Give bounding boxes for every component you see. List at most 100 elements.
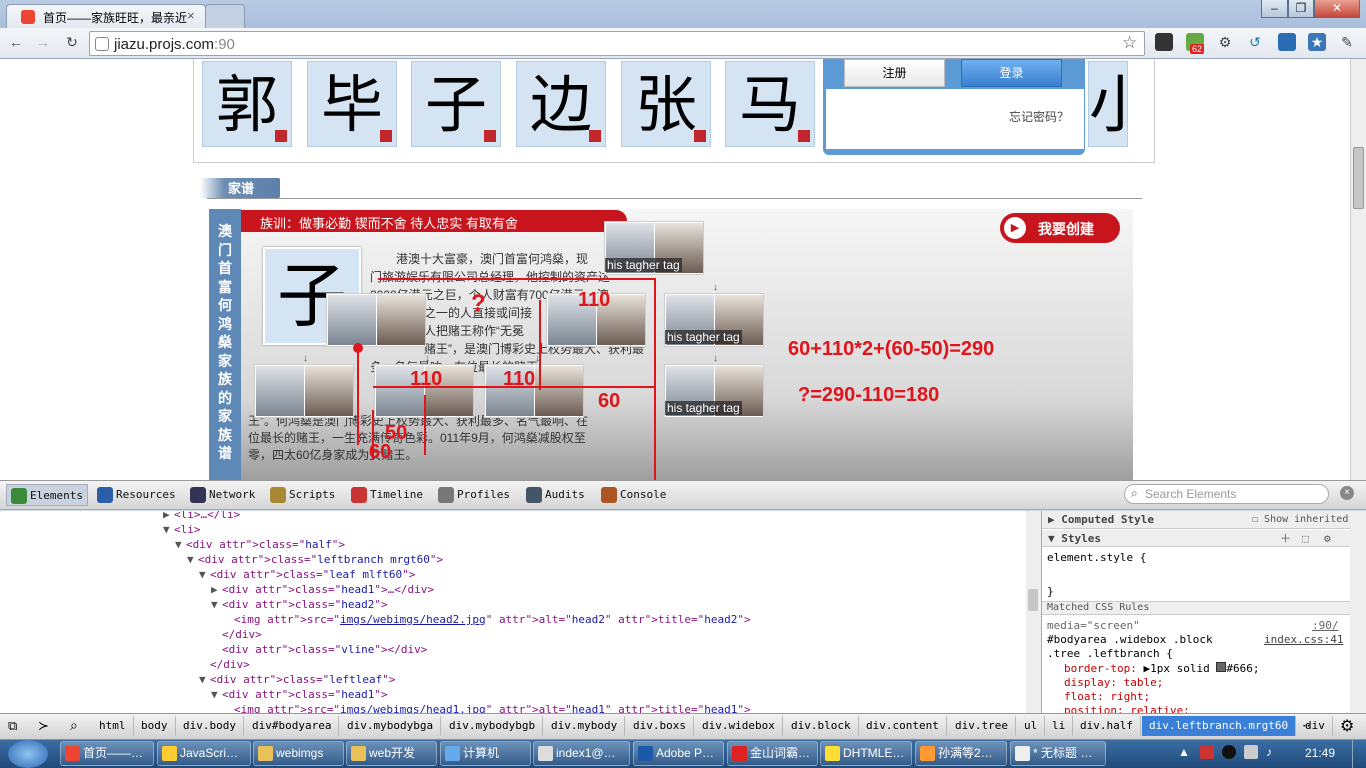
breadcrumb-item[interactable]: li: [1045, 716, 1074, 736]
disclosure-arrow-icon[interactable]: ▼: [211, 687, 218, 702]
tray-volume-icon[interactable]: ♪: [1266, 745, 1272, 759]
tab-resources[interactable]: Resources: [93, 484, 180, 506]
taskbar-item[interactable]: 金山词霸…: [727, 741, 818, 766]
rule-selector-2[interactable]: .tree .leftbranch {: [1047, 647, 1173, 661]
breadcrumb-item[interactable]: div.block: [784, 716, 859, 736]
breadcrumb-item[interactable]: div.mybodybgb: [442, 716, 544, 736]
taskbar-item[interactable]: webimgs: [253, 741, 344, 766]
disclosure-arrow-icon[interactable]: ▼: [187, 552, 194, 567]
breadcrumb-item[interactable]: div.widebox: [695, 716, 783, 736]
taskbar-item[interactable]: 首页——…: [60, 741, 154, 766]
disclosure-arrow-icon[interactable]: ▶: [211, 582, 218, 597]
register-button[interactable]: 注册: [844, 59, 945, 87]
styles-scrollbar[interactable]: [1350, 511, 1366, 713]
breadcrumb-item[interactable]: div.mybodybga: [340, 716, 442, 736]
close-tab-icon[interactable]: ×: [187, 8, 195, 23]
surname-tile[interactable]: 边: [516, 61, 606, 147]
tray-qq-icon[interactable]: [1222, 745, 1236, 759]
breadcrumb-item[interactable]: div.mybody: [544, 716, 626, 736]
screen-icon[interactable]: [1278, 33, 1296, 51]
disclosure-arrow-icon[interactable]: ▼: [199, 567, 206, 582]
address-bar[interactable]: jiazu.projs.com:90 ☆: [89, 31, 1145, 56]
breadcrumb-item[interactable]: html: [92, 716, 134, 736]
element-state-icon[interactable]: ⬚: [1302, 532, 1309, 546]
close-window-icon[interactable]: ✕: [1314, 0, 1360, 18]
css-prop-border-top[interactable]: border-top: ▶1px solid #666;: [1064, 662, 1259, 676]
login-button[interactable]: 登录: [961, 59, 1062, 87]
css-prop-position[interactable]: position: relative;: [1064, 704, 1190, 713]
minimize-icon[interactable]: –: [1261, 0, 1288, 18]
create-button[interactable]: ▶ 我要创建: [1000, 213, 1120, 243]
breadcrumb-item[interactable]: div.tree: [948, 716, 1016, 736]
taskbar-item[interactable]: 孙满等2…: [915, 741, 1007, 766]
breadcrumb-item[interactable]: ul: [1017, 716, 1046, 736]
show-inherited[interactable]: ☐ Show inherited: [1252, 513, 1348, 527]
element-style-open[interactable]: element.style {: [1047, 551, 1146, 565]
start-button[interactable]: [8, 740, 48, 768]
surname-tile[interactable]: 马: [725, 61, 815, 147]
close-devtools-icon[interactable]: ×: [1340, 486, 1354, 500]
search-elements-input[interactable]: ⌕ Search Elements: [1124, 484, 1329, 504]
taskbar-item[interactable]: * 无标题 …: [1010, 741, 1106, 766]
tab-timeline[interactable]: Timeline: [347, 484, 427, 506]
tree-node-pair[interactable]: his tagher tag: [664, 293, 764, 347]
tree-node-pair[interactable]: his tagher tag: [604, 221, 704, 275]
tray-network-icon[interactable]: [1244, 745, 1258, 759]
scrollbar-thumb[interactable]: [1353, 147, 1364, 209]
dom-scrollbar[interactable]: [1026, 511, 1041, 713]
disclosure-arrow-icon[interactable]: ▼: [199, 672, 206, 687]
tab-console[interactable]: Console: [597, 484, 670, 506]
page-scrollbar[interactable]: [1350, 59, 1366, 480]
back-icon[interactable]: ←: [7, 33, 25, 51]
breadcrumb-overflow-icon[interactable]: ⋯: [1296, 716, 1317, 736]
disclosure-arrow-icon[interactable]: ▶: [163, 511, 170, 522]
breadcrumb-item[interactable]: body: [134, 716, 176, 736]
surname-tile[interactable]: 毕: [307, 61, 397, 147]
tree-node-pair[interactable]: his tagher tag: [664, 364, 764, 418]
wrench-icon[interactable]: ✎: [1338, 33, 1356, 51]
console-toggle-icon[interactable]: ≻: [38, 718, 49, 734]
bookmark-star-icon[interactable]: ☆: [1122, 33, 1137, 53]
taskbar-item[interactable]: index1@…: [533, 741, 630, 766]
maximize-icon[interactable]: ❐: [1288, 0, 1314, 18]
taskbar-item[interactable]: JavaScri…: [157, 741, 251, 766]
add-rule-icon[interactable]: ＋: [1280, 532, 1291, 546]
inspect-icon[interactable]: ⌕: [70, 717, 78, 734]
tab-active[interactable]: 首页——家族旺旺，最亲近 ×: [6, 4, 206, 28]
sync-icon[interactable]: ↺: [1246, 33, 1264, 51]
breadcrumb-item[interactable]: div#bodyarea: [245, 716, 340, 736]
breadcrumb-item[interactable]: div.boxs: [626, 716, 694, 736]
extension-icon[interactable]: [1155, 33, 1173, 51]
tab-audits[interactable]: Audits: [522, 484, 589, 506]
rule-source-link[interactable]: index.css:41: [1264, 633, 1343, 647]
css-prop-float[interactable]: float: right;: [1064, 690, 1150, 704]
breadcrumb-item[interactable]: div.content: [859, 716, 947, 736]
reload-icon[interactable]: ↻: [63, 33, 81, 51]
disclosure-arrow-icon[interactable]: ▼: [175, 537, 182, 552]
tray-expand-icon[interactable]: ▲: [1178, 745, 1190, 759]
taskbar-item[interactable]: Adobe P…: [633, 741, 724, 766]
tab-scripts[interactable]: Scripts: [266, 484, 339, 506]
taskbar-item[interactable]: 计算机: [440, 741, 531, 766]
favorites-icon[interactable]: ★: [1308, 33, 1326, 51]
forgot-password-link[interactable]: 忘记密码？: [1009, 108, 1069, 125]
forward-icon[interactable]: →: [34, 33, 52, 51]
devtools-settings-icon[interactable]: ⚙: [1340, 716, 1354, 736]
gear-icon[interactable]: ⚙: [1216, 33, 1234, 51]
rule-selector-1[interactable]: #bodyarea .widebox .block: [1047, 633, 1213, 647]
taskbar-item[interactable]: DHTMLE…: [820, 741, 912, 766]
show-desktop-button[interactable]: [1352, 739, 1366, 768]
dom-scrollbar-thumb[interactable]: [1028, 589, 1038, 611]
surname-tile[interactable]: 子: [411, 61, 501, 147]
breadcrumb-item[interactable]: div.half: [1073, 716, 1141, 736]
breadcrumb-item[interactable]: div.leftbranch.mrgt60: [1142, 716, 1297, 736]
breadcrumb-item[interactable]: div.body: [176, 716, 244, 736]
tab-network[interactable]: Network: [186, 484, 259, 506]
dock-icon[interactable]: ⧉: [8, 718, 17, 734]
css-prop-display[interactable]: display: table;: [1064, 676, 1163, 690]
tab-elements[interactable]: Elements: [6, 484, 88, 506]
tab-profiles[interactable]: Profiles: [434, 484, 514, 506]
disclosure-arrow-icon[interactable]: ▼: [163, 522, 170, 537]
tray-antivirus-icon[interactable]: [1200, 745, 1214, 759]
new-tab-button[interactable]: [205, 4, 245, 28]
